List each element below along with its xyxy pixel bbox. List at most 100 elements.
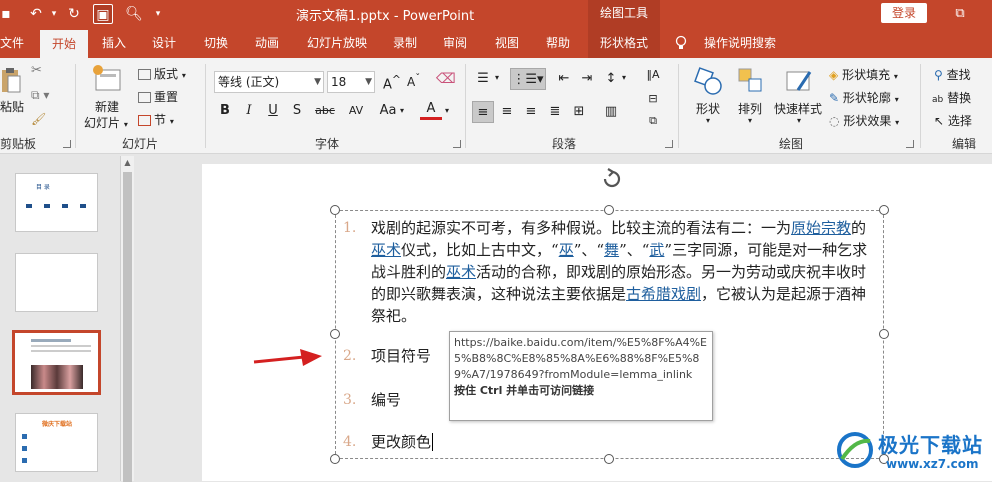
list-item[interactable]: 4. 更改颜色 bbox=[343, 431, 483, 455]
chevron-down-icon[interactable]: ▾ bbox=[495, 73, 499, 82]
shadow-button[interactable]: S bbox=[286, 100, 308, 122]
cut-icon[interactable]: ✂ bbox=[31, 63, 42, 78]
print-preview-icon[interactable]: 🔍︎ bbox=[124, 4, 144, 24]
hyperlink[interactable]: 原始宗教 bbox=[791, 219, 851, 237]
shape-effects-button[interactable]: ◌ 形状效果 ▾ bbox=[829, 112, 899, 129]
tab-animations[interactable]: 动画 bbox=[249, 28, 285, 58]
tab-help[interactable]: 帮助 bbox=[540, 28, 576, 58]
align-right-icon[interactable]: ≡ bbox=[520, 101, 542, 123]
tab-insert[interactable]: 插入 bbox=[96, 28, 132, 58]
resize-handle[interactable] bbox=[879, 329, 889, 339]
font-size-combo[interactable]: 18 ▼ bbox=[327, 71, 375, 93]
bold-button[interactable]: B bbox=[214, 100, 236, 122]
paste-icon[interactable] bbox=[0, 66, 22, 96]
strikethrough-button[interactable]: abc bbox=[312, 100, 338, 122]
increase-indent-icon[interactable]: ⇥ bbox=[576, 68, 598, 90]
shapes-icon[interactable] bbox=[693, 66, 725, 98]
start-from-beginning-icon[interactable]: ▣ bbox=[93, 4, 113, 24]
slide-thumbnail-4[interactable]: 微庆下载站 bbox=[15, 413, 98, 472]
resize-handle[interactable] bbox=[604, 205, 614, 215]
chevron-down-icon[interactable]: ▾ bbox=[622, 73, 626, 82]
copy-icon[interactable]: ⧉ ▾ bbox=[31, 88, 49, 103]
tab-transitions[interactable]: 切换 bbox=[198, 28, 234, 58]
save-icon[interactable]: ▪ bbox=[0, 4, 16, 24]
slide-thumbnail-1[interactable]: 目 录 bbox=[15, 173, 98, 232]
new-slide-label-1[interactable]: 新建 bbox=[95, 98, 119, 115]
quick-styles-button[interactable]: 快速样式 bbox=[774, 100, 822, 117]
clipboard-launcher[interactable] bbox=[63, 140, 71, 148]
tab-shape-format[interactable]: 形状格式 bbox=[588, 28, 660, 58]
tell-me-search[interactable]: 操作说明搜索 bbox=[700, 28, 780, 58]
change-case-button[interactable]: Aa bbox=[375, 100, 401, 122]
new-slide-button[interactable]: 幻灯片 ▾ bbox=[84, 114, 128, 131]
font-color-button[interactable]: A bbox=[420, 100, 442, 120]
new-slide-icon[interactable] bbox=[92, 64, 124, 94]
tab-record[interactable]: 录制 bbox=[387, 28, 423, 58]
slide-thumbnail-2[interactable] bbox=[15, 253, 98, 312]
resize-handle[interactable] bbox=[604, 454, 614, 464]
tab-design[interactable]: 设计 bbox=[146, 28, 182, 58]
replace-button[interactable]: ab 替换 bbox=[932, 89, 971, 106]
scroll-up-icon[interactable]: ▲ bbox=[121, 156, 134, 170]
rotate-handle-icon[interactable] bbox=[599, 166, 625, 192]
customize-qat-icon[interactable]: ▾ bbox=[148, 4, 168, 24]
font-launcher[interactable] bbox=[453, 140, 461, 148]
hyperlink[interactable]: 巫术 bbox=[446, 263, 476, 281]
justify-icon[interactable]: ≣ bbox=[544, 101, 566, 123]
font-name-combo[interactable]: 等线 (正文) ▼ bbox=[214, 71, 324, 93]
hyperlink[interactable]: 武 bbox=[649, 241, 664, 259]
arrange-icon[interactable] bbox=[736, 66, 766, 96]
layout-button[interactable]: 版式 ▾ bbox=[138, 65, 186, 82]
decrease-font-icon[interactable]: Aˇ bbox=[407, 73, 420, 89]
tab-review[interactable]: 审阅 bbox=[437, 28, 473, 58]
decrease-indent-icon[interactable]: ⇤ bbox=[553, 68, 575, 90]
find-button[interactable]: ⚲ 查找 bbox=[934, 66, 971, 83]
shape-outline-button[interactable]: ✎ 形状轮廓 ▾ bbox=[829, 89, 899, 106]
numbering-icon[interactable]: ⋮☰▾ bbox=[510, 68, 546, 90]
align-center-icon[interactable]: ≡ bbox=[496, 101, 518, 123]
resize-handle[interactable] bbox=[879, 205, 889, 215]
drawing-launcher[interactable] bbox=[906, 140, 914, 148]
reset-button[interactable]: 重置 bbox=[138, 88, 178, 105]
increase-font-icon[interactable]: A^ bbox=[383, 73, 401, 92]
arrange-button[interactable]: 排列 bbox=[738, 100, 762, 117]
slide-thumbnail-3[interactable] bbox=[12, 330, 101, 395]
resize-handle[interactable] bbox=[330, 454, 340, 464]
list-item[interactable]: 2. 项目符号 bbox=[343, 345, 463, 369]
paragraph-launcher[interactable] bbox=[665, 140, 673, 148]
text-direction-icon[interactable]: ‖A bbox=[642, 64, 664, 86]
login-button[interactable]: 登录 bbox=[881, 3, 927, 23]
align-left-icon[interactable]: ≡ bbox=[472, 101, 494, 123]
clear-format-icon[interactable]: ⌫ bbox=[436, 71, 456, 87]
shapes-button[interactable]: 形状 bbox=[696, 100, 720, 117]
undo-dropdown-icon[interactable]: ▾ bbox=[44, 4, 64, 24]
select-button[interactable]: ↖ 选择 bbox=[934, 112, 972, 129]
hyperlink[interactable]: 巫 bbox=[559, 241, 574, 259]
undo-icon[interactable]: ↶ bbox=[26, 4, 46, 24]
paste-button[interactable]: 粘贴 bbox=[0, 98, 24, 115]
align-text-icon[interactable]: ⊟ bbox=[642, 88, 664, 110]
hyperlink[interactable]: 古希腊戏剧 bbox=[626, 285, 701, 303]
italic-button[interactable]: I bbox=[238, 100, 260, 122]
thumbnail-scrollbar[interactable]: ▲ bbox=[120, 156, 134, 482]
format-painter-icon[interactable]: 🖌︎ bbox=[31, 112, 46, 126]
quick-styles-icon[interactable] bbox=[784, 66, 814, 96]
resize-handle[interactable] bbox=[330, 329, 340, 339]
columns-icon[interactable]: ▥ bbox=[600, 101, 622, 123]
hyperlink[interactable]: 巫术 bbox=[371, 241, 401, 259]
tab-file[interactable]: 文件 bbox=[0, 28, 24, 58]
scrollbar-thumb[interactable] bbox=[123, 172, 132, 482]
bullets-icon[interactable]: ☰ bbox=[472, 68, 494, 90]
tab-view[interactable]: 视图 bbox=[489, 28, 525, 58]
char-spacing-button[interactable]: AV bbox=[343, 100, 369, 122]
resize-handle[interactable] bbox=[330, 205, 340, 215]
list-item[interactable]: 3. 编号 bbox=[343, 389, 463, 413]
distribute-icon[interactable]: ⊞ bbox=[568, 101, 590, 123]
line-spacing-icon[interactable]: ↕ bbox=[600, 68, 622, 90]
hyperlink[interactable]: 舞 bbox=[604, 241, 619, 259]
chevron-down-icon[interactable]: ▾ bbox=[445, 106, 449, 115]
tab-home[interactable]: 开始 bbox=[40, 30, 88, 58]
redo-icon[interactable]: ↻ bbox=[64, 4, 84, 24]
section-button[interactable]: 节 ▾ bbox=[138, 111, 174, 128]
tab-slideshow[interactable]: 幻灯片放映 bbox=[302, 28, 372, 58]
